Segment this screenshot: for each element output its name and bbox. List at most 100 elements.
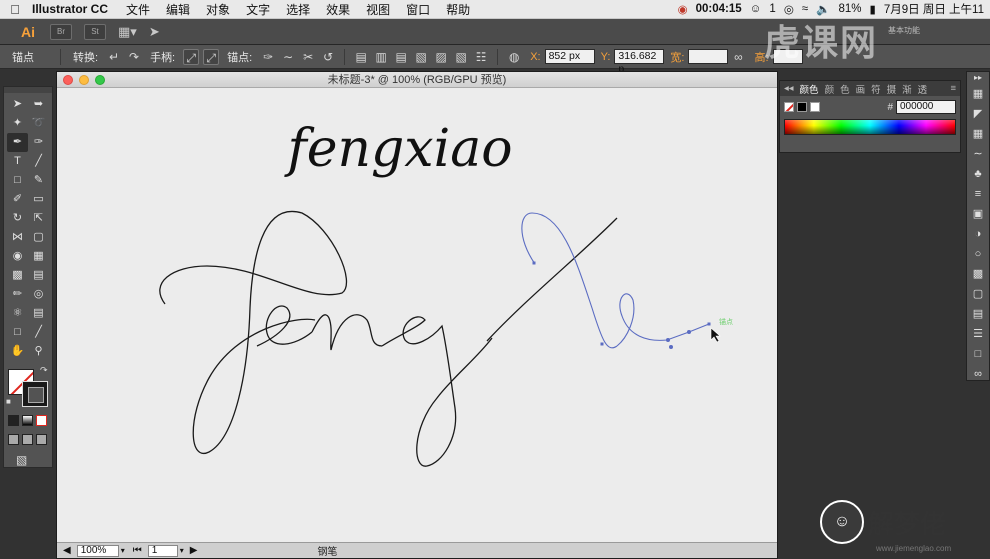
dock-collapse-icon[interactable]: ▸▸ (967, 72, 989, 84)
graphic-styles-icon[interactable]: ▩ (967, 264, 989, 284)
hex-input[interactable]: 000000 (896, 100, 956, 114)
align-icon[interactable]: ▤ (967, 304, 989, 324)
show-handles-icon[interactable]: ⤢ (183, 48, 200, 65)
next-artboard-icon[interactable]: ▶ (190, 545, 198, 556)
y-field[interactable]: 316.682 p (614, 49, 665, 75)
artboard-tool-icon[interactable]: □ (7, 323, 28, 342)
zoom-window-icon[interactable] (95, 75, 105, 85)
mesh-tool-icon[interactable]: ▩ (7, 266, 28, 285)
zoom-field[interactable]: 100% (76, 544, 119, 557)
curvature-tool-icon[interactable]: ✑ (28, 133, 49, 152)
draw-normal-icon[interactable] (8, 434, 19, 445)
align-top-icon[interactable]: ▧ (413, 49, 429, 65)
tab-color[interactable]: 颜色 (800, 82, 819, 96)
screen-mode-icon[interactable]: ▧ (16, 453, 27, 467)
selection-tool-icon[interactable]: ➤ (7, 95, 28, 114)
eyedropper-tool-icon[interactable]: ✏ (7, 285, 28, 304)
gpu-rocket-icon[interactable]: ➤ (149, 24, 160, 40)
cut-path-icon[interactable]: ✂ (300, 49, 316, 65)
minimize-window-icon[interactable] (79, 75, 89, 85)
paintbrush-tool-icon[interactable]: ✎ (28, 171, 49, 190)
none-swatch[interactable] (784, 102, 794, 112)
color-panel-icon[interactable]: ▦ (967, 84, 989, 104)
line-tool-icon[interactable]: ╱ (28, 152, 49, 171)
arrange-documents-icon[interactable]: ▦▾ (118, 24, 137, 40)
none-mode-icon[interactable] (36, 415, 47, 426)
menu-window[interactable]: 窗口 (398, 1, 438, 18)
panel-menu-icon[interactable]: ≡ (950, 83, 956, 94)
x-field[interactable]: 852 px (544, 49, 595, 64)
panel-collapse-icon[interactable]: ◂◂ (784, 83, 794, 94)
convert-corner-icon[interactable]: ↵ (106, 49, 122, 65)
color-mode-icon[interactable] (8, 415, 19, 426)
anchor-point[interactable] (669, 345, 673, 349)
tab-stroke[interactable]: 摄 (887, 82, 897, 96)
align-left-icon[interactable]: ▤ (353, 49, 369, 65)
align-center-v-icon[interactable]: ▨ (433, 49, 449, 65)
gradient-icon[interactable]: ▣ (967, 204, 989, 224)
gradient-mode-icon[interactable] (22, 415, 33, 426)
transparency-icon[interactable]: ◑ (967, 224, 989, 244)
reference-point-icon[interactable]: ◍ (506, 49, 522, 65)
anchor-point[interactable] (707, 322, 711, 326)
draw-behind-icon[interactable] (22, 434, 33, 445)
tab-transparency[interactable]: 透 (918, 82, 928, 96)
app-menu[interactable]: Illustrator CC (30, 2, 118, 16)
workspace-switcher[interactable]: 基本功能 (888, 25, 920, 36)
direct-selection-tool-icon[interactable]: ➥ (28, 95, 49, 114)
width-field[interactable] (688, 49, 729, 64)
anchor-point[interactable] (687, 330, 691, 334)
remove-anchor-icon[interactable]: ✑ (260, 49, 276, 65)
white-swatch[interactable] (810, 102, 820, 112)
menu-effect[interactable]: 效果 (318, 1, 358, 18)
free-transform-tool-icon[interactable]: ▢ (28, 228, 49, 247)
brushes-icon[interactable]: ∼ (967, 144, 989, 164)
hide-handles-icon[interactable]: ⤢ (203, 48, 220, 65)
anchor-point[interactable] (600, 342, 604, 346)
stock-button[interactable]: St (84, 23, 106, 40)
menu-select[interactable]: 选择 (278, 1, 318, 18)
column-graph-tool-icon[interactable]: ▤ (28, 304, 49, 323)
document-titlebar[interactable]: 未标题-3* @ 100% (RGB/GPU 预览) (57, 72, 777, 88)
align-center-h-icon[interactable]: ▥ (373, 49, 389, 65)
menubar-datetime[interactable]: 7月9日 周日 上午11 (884, 1, 984, 17)
tab-color-guide[interactable]: 颜 (825, 82, 835, 96)
tab-brushes[interactable]: 画 (856, 82, 866, 96)
menu-type[interactable]: 文字 (238, 1, 278, 18)
menu-file[interactable]: 文件 (118, 1, 158, 18)
artboard-nav-icon[interactable]: ◀ (63, 545, 71, 556)
isolate-icon[interactable]: ↺ (320, 49, 336, 65)
shaper-tool-icon[interactable]: ✐ (7, 190, 28, 209)
hand-tool-icon[interactable]: ✋ (7, 342, 28, 361)
distribute-icon[interactable]: ☷ (473, 49, 489, 65)
convert-smooth-icon[interactable]: ↷ (126, 49, 142, 65)
first-artboard-icon[interactable]: ⏮ (133, 545, 142, 556)
align-bottom-icon[interactable]: ▧ (453, 49, 469, 65)
script-heading[interactable]: fengxiao (283, 119, 512, 179)
color-guide-icon[interactable]: ◤ (967, 104, 989, 124)
user-icon[interactable]: ☺ (750, 3, 762, 15)
swatches-icon[interactable]: ▦ (967, 124, 989, 144)
pen-tool-icon[interactable]: ✒ (7, 133, 28, 152)
draw-inside-icon[interactable] (36, 434, 47, 445)
artboard-canvas[interactable]: fengxiao 锚点 (57, 88, 777, 542)
stroke-icon[interactable]: ≡ (967, 184, 989, 204)
menu-view[interactable]: 视图 (358, 1, 398, 18)
zoom-tool-icon[interactable]: ⚲ (28, 342, 49, 361)
transform-icon[interactable]: ▢ (967, 284, 989, 304)
menu-object[interactable]: 对象 (198, 1, 238, 18)
scale-tool-icon[interactable]: ⇱ (28, 209, 49, 228)
artboard-dropdown-icon[interactable]: ▾ (180, 546, 184, 555)
default-colors-icon[interactable]: ■ (6, 397, 11, 406)
shape-builder-tool-icon[interactable]: ◉ (7, 247, 28, 266)
zoom-dropdown-icon[interactable]: ▾ (121, 546, 125, 555)
links-icon[interactable]: ∞ (967, 364, 989, 384)
tab-symbols[interactable]: 符 (871, 82, 881, 96)
slice-tool-icon[interactable]: ╱ (28, 323, 49, 342)
constrain-link-icon[interactable]: ∞ (730, 49, 746, 65)
anchor-point[interactable] (532, 261, 536, 265)
stroke-swatch[interactable] (22, 381, 48, 407)
close-window-icon[interactable] (63, 75, 73, 85)
artboard-number-field[interactable]: 1 (147, 544, 178, 557)
width-tool-icon[interactable]: ⋈ (7, 228, 28, 247)
